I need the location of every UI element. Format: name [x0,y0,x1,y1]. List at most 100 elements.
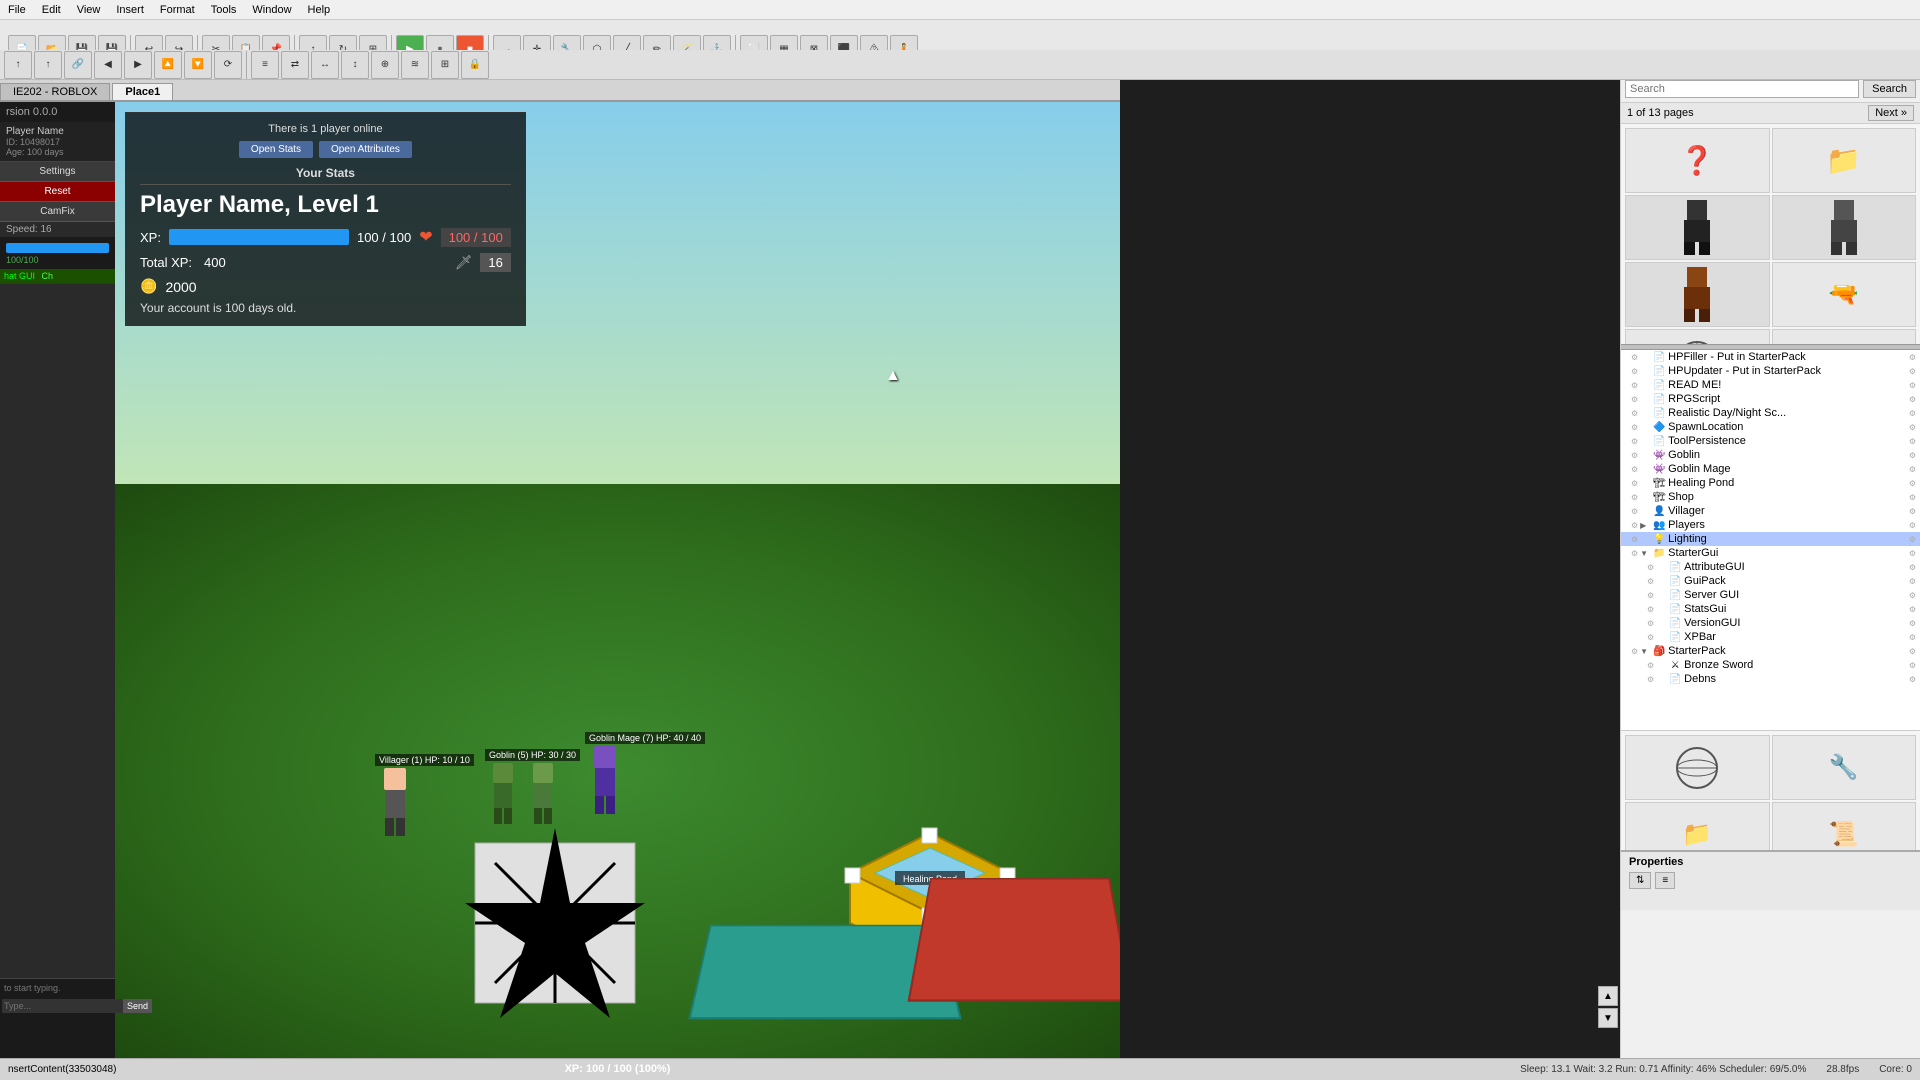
villager-body [385,790,405,818]
stats-overlay: There is 1 player online Open Stats Open… [125,112,526,326]
coin-icon: 🪙 [140,278,157,295]
tree-item-7[interactable]: ⚙👾Goblin⚙ [1621,448,1920,462]
model-grid2-item-1[interactable]: 🔧 [1772,735,1917,800]
tree-item-10[interactable]: ⚙🏗Shop⚙ [1621,490,1920,504]
tree-item-22[interactable]: ⚙⚔Bronze Sword⚙ [1621,658,1920,672]
toolbar2-btn9[interactable]: ≡ [251,51,279,79]
tree-item-4[interactable]: ⚙📄Realistic Day/Night Sc...⚙ [1621,406,1920,420]
menu-insert[interactable]: Insert [108,4,152,16]
menu-help[interactable]: Help [300,4,339,16]
search-button[interactable]: Search [1863,80,1916,98]
scroll-up-button[interactable]: ▲ [1598,986,1618,1006]
reset-button[interactable]: Reset [0,182,115,202]
tree-item-20[interactable]: ⚙📄XPBar⚙ [1621,630,1920,644]
tree-item-16[interactable]: ⚙📄GuiPack⚙ [1621,574,1920,588]
tree-icon-18: 📄 [1668,604,1682,615]
toolbar2-btn13[interactable]: ⊕ [371,51,399,79]
goblin-group: Goblin (5) HP: 30 / 30 [485,749,580,828]
menu-file[interactable]: File [0,4,34,16]
toolbar2-btn14[interactable]: ≋ [401,51,429,79]
toolbar2-btn4[interactable]: ◀ [94,51,122,79]
viewport[interactable]: There is 1 player online Open Stats Open… [115,102,1120,1058]
tree-item-17[interactable]: ⚙📄Server GUI⚙ [1621,588,1920,602]
next-page-button[interactable]: Next » [1868,105,1914,121]
model-item-0[interactable]: ❓ [1625,128,1770,193]
tree-gear-right-10: ⚙ [1909,493,1916,502]
toolbar2-btn3[interactable]: 🔗 [64,51,92,79]
tree-item-6[interactable]: ⚙📄ToolPersistence⚙ [1621,434,1920,448]
model-grid2-item-2[interactable]: 📁 [1625,802,1770,850]
camfix-button[interactable]: CamFix [0,202,115,222]
xp-display: 100 / 100 [357,230,411,245]
chat-input[interactable] [2,999,123,1013]
toolbar2-btn11[interactable]: ↔ [311,51,339,79]
model-grid2-item-0[interactable] [1625,735,1770,800]
model-item-7[interactable]: 🔧 [1772,329,1917,344]
tree-item-1[interactable]: ⚙📄HPUpdater - Put in StarterPack⚙ [1621,364,1920,378]
model-icon-5: 🔫 [1829,280,1859,309]
tree-gear-right-19: ⚙ [1909,619,1916,628]
tree-gear-right-20: ⚙ [1909,633,1916,642]
tree-item-14[interactable]: ⚙▼📁StarterGui⚙ [1621,546,1920,560]
model-item-3[interactable] [1772,195,1917,260]
tree-gear-right-16: ⚙ [1909,577,1916,586]
toolbar2-btn10[interactable]: ⇄ [281,51,309,79]
menu-view[interactable]: View [69,4,109,16]
tree-item-5[interactable]: ⚙🔷SpawnLocation⚙ [1621,420,1920,434]
your-stats-title: Your Stats [140,166,511,185]
tree-label-2: READ ME! [1668,379,1721,391]
menu-edit[interactable]: Edit [34,4,69,16]
tree-icon-0: 📄 [1652,352,1666,363]
tree-item-12[interactable]: ⚙▶👥Players⚙ [1621,518,1920,532]
model-item-2[interactable] [1625,195,1770,260]
tree-item-18[interactable]: ⚙📄StatsGui⚙ [1621,602,1920,616]
open-stats-button[interactable]: Open Stats [239,141,313,158]
toolbar2-btn7[interactable]: 🔽 [184,51,212,79]
toolbar2-btn8[interactable]: ⟳ [214,51,242,79]
send-button[interactable]: Send [123,999,152,1013]
menu-format[interactable]: Format [152,4,203,16]
menu-window[interactable]: Window [244,4,299,16]
tree-item-13[interactable]: ⚙💡Lighting⚙ [1621,532,1920,546]
tree-item-15[interactable]: ⚙📄AttributeGUI⚙ [1621,560,1920,574]
hp-bar-background [6,243,109,253]
model-item-1[interactable]: 📁 [1772,128,1917,193]
tree-item-9[interactable]: ⚙🏗Healing Pond⚙ [1621,476,1920,490]
model-item-5[interactable]: 🔫 [1772,262,1917,327]
tree-icon-1: 📄 [1652,366,1666,377]
model-item-4[interactable] [1625,262,1770,327]
toolbar2-btn1[interactable]: ↑ [4,51,32,79]
open-attributes-button[interactable]: Open Attributes [319,141,412,158]
toolbar2-btn12[interactable]: ↕ [341,51,369,79]
menu-tools[interactable]: Tools [203,4,245,16]
tree-item-8[interactable]: ⚙👾Goblin Mage⚙ [1621,462,1920,476]
xp-bar [169,229,349,245]
tree-item-2[interactable]: ⚙📄READ ME!⚙ [1621,378,1920,392]
tree-label-18: StatsGui [1684,603,1726,615]
tree-item-3[interactable]: ⚙📄RPGScript⚙ [1621,392,1920,406]
chat-hint: to start typing. [0,979,115,997]
toolbar2-btn2[interactable]: ↑ [34,51,62,79]
tab-place1[interactable]: Place1 [112,83,173,100]
tree-icon-12: 👥 [1652,520,1666,531]
model-grid2-item-3[interactable]: 📜 [1772,802,1917,850]
tree-item-11[interactable]: ⚙👤Villager⚙ [1621,504,1920,518]
tree-label-6: ToolPersistence [1668,435,1746,447]
toolbar2-btn5[interactable]: ▶ [124,51,152,79]
toolbar2-btn6[interactable]: 🔼 [154,51,182,79]
prop-sort-btn[interactable]: ⇅ [1629,872,1651,889]
scroll-down-button[interactable]: ▼ [1598,1008,1618,1028]
player-name-display: Player Name [6,126,109,137]
settings-button[interactable]: Settings [0,162,115,182]
toolbar2-btn16[interactable]: 🔒 [461,51,489,79]
tree-item-0[interactable]: ⚙📄HPFiller - Put in StarterPack⚙ [1621,350,1920,364]
tree-item-21[interactable]: ⚙▼🎒StarterPack⚙ [1621,644,1920,658]
tree-item-19[interactable]: ⚙📄VersionGUI⚙ [1621,616,1920,630]
tree-gear-left-0: ⚙ [1631,353,1638,362]
search-input[interactable] [1625,80,1859,98]
model-item-6[interactable] [1625,329,1770,344]
prop-filter-btn[interactable]: ≡ [1655,872,1675,889]
toolbar2-btn15[interactable]: ⊞ [431,51,459,79]
tree-item-23[interactable]: ⚙📄Debns⚙ [1621,672,1920,686]
tab-ie202[interactable]: IE202 - ROBLOX [0,83,110,100]
